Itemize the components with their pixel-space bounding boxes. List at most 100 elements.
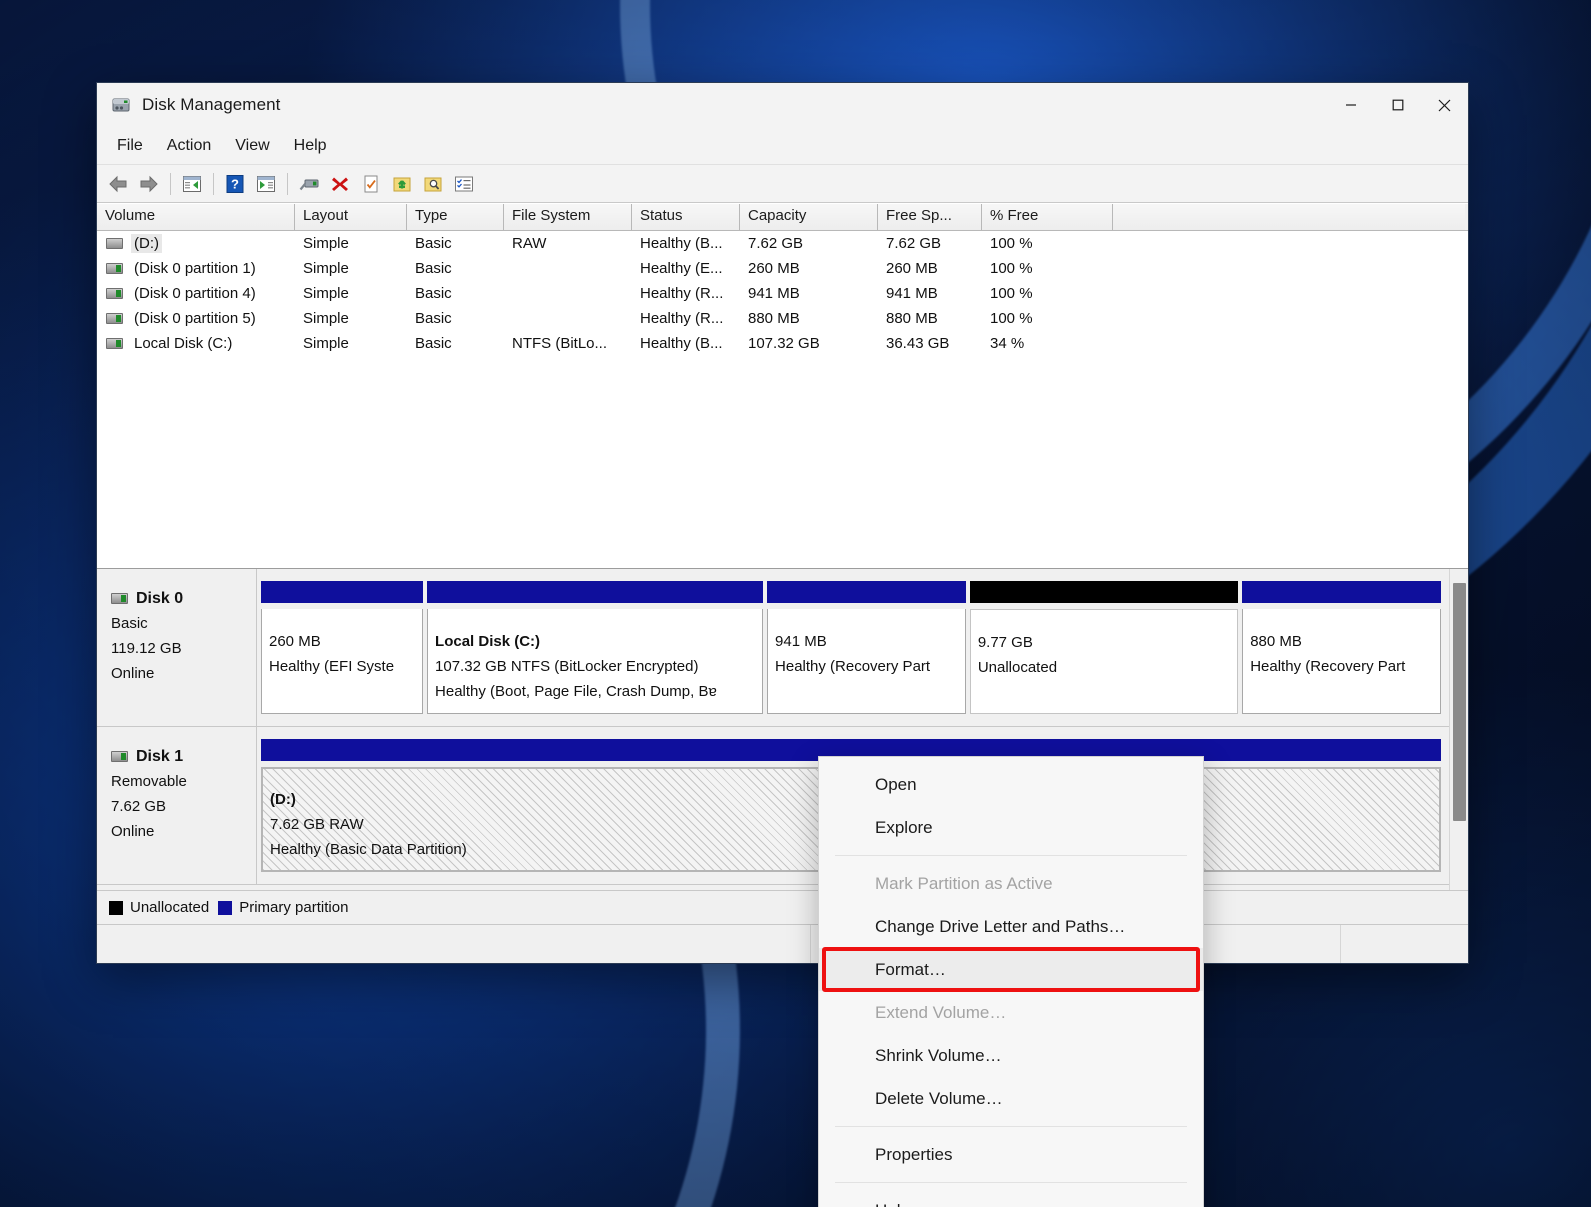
delete-icon[interactable] bbox=[325, 170, 355, 198]
context-menu-separator bbox=[835, 855, 1187, 856]
volume-label: (Disk 0 partition 1) bbox=[134, 260, 256, 277]
cell-file-system: NTFS (BitLo... bbox=[512, 335, 608, 352]
properties-icon[interactable] bbox=[356, 170, 386, 198]
cell-free-space: 941 MB bbox=[886, 285, 938, 302]
close-button[interactable] bbox=[1421, 83, 1468, 127]
cell-file-system: RAW bbox=[512, 235, 547, 252]
menu-item-file[interactable]: File bbox=[105, 132, 155, 160]
partition-size: 260 MB bbox=[269, 633, 321, 650]
disk-info-panel[interactable]: Disk 0 Basic 119.12 GB Online bbox=[97, 569, 257, 726]
context-menu-item-open[interactable]: Open bbox=[819, 763, 1203, 806]
column-header-volume[interactable]: Volume bbox=[97, 204, 295, 230]
legend-swatch bbox=[109, 900, 123, 915]
cell-free-space: 7.62 GB bbox=[886, 235, 942, 252]
cell-free-space: 260 MB bbox=[886, 260, 938, 277]
back-icon[interactable] bbox=[103, 170, 133, 198]
cell-percent-free: 100 % bbox=[990, 235, 1033, 252]
graphical-view-scrollbar[interactable] bbox=[1449, 569, 1468, 890]
cell-volume: (Disk 0 partition 4) bbox=[97, 284, 295, 303]
scrollbar-thumb[interactable] bbox=[1453, 583, 1466, 821]
partition-details[interactable]: Local Disk (C:) 107.32 GB NTFS (BitLocker… bbox=[427, 609, 764, 714]
column-header-capacity[interactable]: Capacity bbox=[740, 204, 878, 230]
partition-block[interactable]: 880 MB Healthy (Recovery Part bbox=[1242, 581, 1441, 714]
cell-type: Basic bbox=[415, 260, 452, 277]
context-menu-item-format[interactable]: Format… bbox=[819, 948, 1203, 991]
menu-item-view[interactable]: View bbox=[223, 132, 281, 160]
volume-list-body: (D:) Simple Basic RAW Healthy (B... 7.62 GB 7.… bbox=[97, 231, 1468, 568]
context-menu-item-explore[interactable]: Explore bbox=[819, 806, 1203, 849]
menu-item-action[interactable]: Action bbox=[155, 132, 223, 160]
menu-item-help[interactable]: Help bbox=[282, 132, 339, 160]
desktop-background: Disk Management File Action View Help ? … bbox=[0, 0, 1591, 1207]
column-header-file-system[interactable]: File System bbox=[504, 204, 632, 230]
cell-type: Basic bbox=[415, 310, 452, 327]
toolbar: ? bbox=[97, 165, 1468, 203]
context-menu-item-shrink-volume[interactable]: Shrink Volume… bbox=[819, 1034, 1203, 1077]
disk-type: Basic bbox=[111, 615, 148, 632]
rescan-disks-icon[interactable] bbox=[294, 170, 324, 198]
cell-capacity: 107.32 GB bbox=[748, 335, 820, 352]
partition-block[interactable]: 941 MB Healthy (Recovery Part bbox=[767, 581, 966, 714]
partition-details[interactable]: 9.77 GB Unallocated bbox=[969, 609, 1239, 714]
cell-layout: Simple bbox=[303, 260, 349, 277]
disk-name: Disk 0 bbox=[136, 590, 184, 607]
column-header-layout[interactable]: Layout bbox=[295, 204, 407, 230]
partition-block[interactable]: 260 MB Healthy (EFI Syste bbox=[261, 581, 424, 714]
graphical-view-pane: Disk 0 Basic 119.12 GB Online 260 MB Healthy … bbox=[97, 568, 1468, 890]
partition-details[interactable]: 941 MB Healthy (Recovery Part bbox=[767, 609, 966, 714]
minimize-button[interactable] bbox=[1327, 83, 1374, 127]
disk-title: Disk 0 bbox=[111, 586, 256, 611]
table-row[interactable]: (Disk 0 partition 4) Simple Basic Healthy (… bbox=[97, 281, 1468, 306]
status-segment-1 bbox=[97, 925, 810, 963]
partition-color-bar bbox=[427, 581, 764, 603]
partition-status: Healthy (Recovery Part bbox=[775, 658, 931, 675]
context-menu-item-delete-volume[interactable]: Delete Volume… bbox=[819, 1077, 1203, 1120]
partition-block[interactable]: 9.77 GB Unallocated bbox=[969, 581, 1239, 714]
legend-swatch bbox=[218, 900, 233, 915]
context-menu-item-properties[interactable]: Properties bbox=[819, 1133, 1203, 1176]
table-row[interactable]: Local Disk (C:) Simple Basic NTFS (BitLo...… bbox=[97, 331, 1468, 356]
search-folder-icon[interactable] bbox=[418, 170, 448, 198]
show-hide-action-pane-icon[interactable] bbox=[251, 170, 281, 198]
disk-name: Disk 1 bbox=[136, 748, 184, 765]
cell-status: Healthy (B... bbox=[640, 335, 723, 352]
detail-view-icon[interactable] bbox=[449, 170, 479, 198]
disk-management-window: Disk Management File Action View Help ? … bbox=[96, 82, 1469, 964]
partition-size: 9.77 GB bbox=[977, 634, 1033, 651]
table-row[interactable]: (Disk 0 partition 1) Simple Basic Healthy (… bbox=[97, 256, 1468, 281]
partition-block[interactable]: Local Disk (C:) 107.32 GB NTFS (BitLocker… bbox=[427, 581, 764, 714]
partition-size: 880 MB bbox=[1250, 633, 1302, 650]
partition-color-bar bbox=[261, 581, 424, 603]
drive-icon-inactive bbox=[106, 238, 123, 249]
show-hide-console-tree-icon[interactable] bbox=[177, 170, 207, 198]
legend-label: Primary partition bbox=[239, 899, 349, 916]
table-row[interactable]: (Disk 0 partition 5) Simple Basic Healthy (… bbox=[97, 306, 1468, 331]
column-header-free[interactable]: % Free bbox=[982, 204, 1113, 230]
volume-list-pane: Volume Layout Type File System Status Capacit… bbox=[97, 203, 1468, 568]
cell-type: Basic bbox=[415, 335, 452, 352]
help-icon[interactable]: ? bbox=[220, 170, 250, 198]
context-menu-item-help[interactable]: Help bbox=[819, 1189, 1203, 1207]
disk-info-panel[interactable]: Disk 1 Removable 7.62 GB Online bbox=[97, 727, 257, 884]
column-header-blank[interactable] bbox=[1113, 204, 1465, 230]
cell-volume: (D:) bbox=[97, 234, 295, 253]
partition-title: Local Disk (C:) bbox=[435, 633, 541, 650]
column-header-type[interactable]: Type bbox=[407, 204, 504, 230]
partition-details[interactable]: 880 MB Healthy (Recovery Part bbox=[1242, 609, 1441, 714]
graphical-view-content: Disk 0 Basic 119.12 GB Online 260 MB Healthy … bbox=[97, 569, 1449, 890]
maximize-button[interactable] bbox=[1374, 83, 1421, 127]
cell-status: Healthy (R... bbox=[640, 285, 724, 302]
legend-label: Unallocated bbox=[130, 899, 210, 916]
partition-status: Healthy (EFI Syste bbox=[269, 658, 395, 675]
table-row[interactable]: (D:) Simple Basic RAW Healthy (B... 7.62 GB 7.… bbox=[97, 231, 1468, 256]
column-header-status[interactable]: Status bbox=[632, 204, 740, 230]
context-menu-item-change-drive-letter-and-paths[interactable]: Change Drive Letter and Paths… bbox=[819, 905, 1203, 948]
partition-details[interactable]: 260 MB Healthy (EFI Syste bbox=[261, 609, 424, 714]
column-header-free-sp[interactable]: Free Sp... bbox=[878, 204, 982, 230]
cell-capacity: 7.62 GB bbox=[748, 235, 804, 252]
export-list-icon[interactable] bbox=[387, 170, 417, 198]
disk-row: Disk 1 Removable 7.62 GB Online (D:) 7.62 GB … bbox=[97, 727, 1449, 885]
cell-free-space: 36.43 GB bbox=[886, 335, 950, 352]
forward-icon[interactable] bbox=[134, 170, 164, 198]
cell-volume: Local Disk (C:) bbox=[97, 334, 295, 353]
